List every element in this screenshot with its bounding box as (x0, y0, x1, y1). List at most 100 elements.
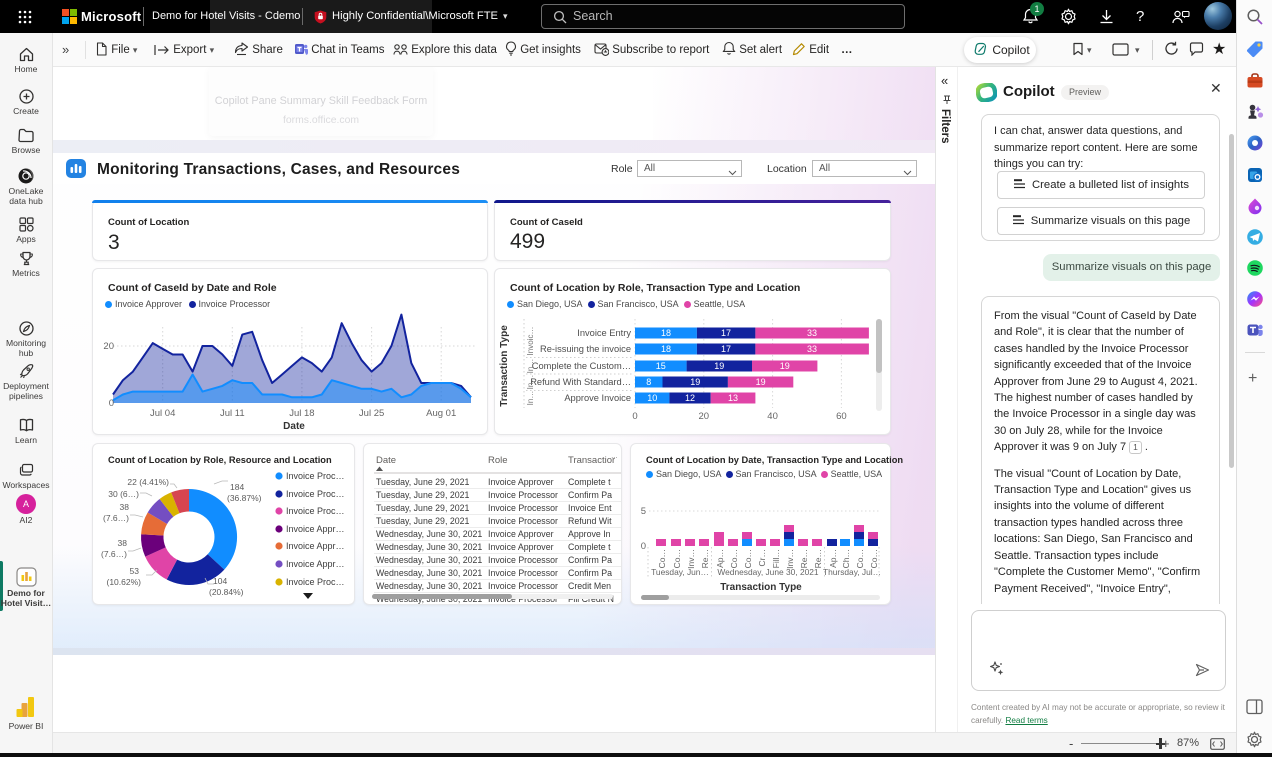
svg-text:0: 0 (109, 398, 114, 409)
svg-text:Jul 04: Jul 04 (150, 408, 175, 419)
svg-text:Jul 25: Jul 25 (359, 408, 384, 419)
svg-text:Re…: Re… (813, 549, 823, 568)
svg-text:33: 33 (807, 328, 817, 338)
svg-text:Wednesday, June 30, 2021: Wednesday, June 30, 2021 (376, 529, 482, 539)
svg-text:Invoice Approver: Invoice Approver (488, 542, 554, 552)
svg-text:Confirm Pa: Confirm Pa (568, 568, 612, 578)
svg-text:10: 10 (647, 393, 657, 403)
svg-text:Invoice Approver: Invoice Approver (488, 529, 554, 539)
svg-text:(7.6…): (7.6…) (101, 549, 127, 559)
svg-text:40: 40 (767, 411, 778, 422)
svg-text:0: 0 (632, 411, 637, 422)
svg-text:38: 38 (118, 538, 128, 548)
svg-text:Transaction Type: Transaction Type (499, 325, 510, 407)
svg-text:Re…: Re… (700, 549, 710, 568)
svg-text:19: 19 (780, 361, 790, 371)
svg-text:Invoice Proc…: Invoice Proc… (286, 577, 345, 587)
svg-text:Co…: Co… (743, 549, 753, 568)
svg-text:Invoice Processor: Invoice Processor (488, 581, 558, 591)
svg-text:Wednesday, June 30, 2021: Wednesday, June 30, 2021 (376, 568, 482, 578)
svg-text:19: 19 (756, 377, 766, 387)
svg-text:5: 5 (641, 506, 646, 517)
svg-text:Ap…: Ap… (715, 549, 725, 568)
svg-text:Invoice Proc…: Invoice Proc… (286, 489, 345, 499)
svg-text:Confirm Pa: Confirm Pa (568, 555, 612, 565)
svg-text:Inv…: Inv… (686, 549, 696, 569)
svg-text:17: 17 (721, 344, 731, 354)
svg-text:Ap…: Ap… (828, 549, 838, 568)
svg-text:Wednesday, June 30, 2021: Wednesday, June 30, 2021 (717, 567, 819, 577)
svg-text:60: 60 (836, 411, 847, 422)
svg-text:20: 20 (103, 341, 114, 352)
svg-text:15: 15 (656, 361, 666, 371)
svg-text:20: 20 (699, 411, 710, 422)
svg-text:Fill…: Fill… (771, 549, 781, 568)
svg-text:18: 18 (661, 328, 671, 338)
svg-text:19: 19 (714, 361, 724, 371)
svg-text:Invoice Appr…: Invoice Appr… (286, 559, 345, 569)
svg-text:13: 13 (728, 393, 738, 403)
svg-text:…: … (611, 453, 618, 460)
svg-text:184: 184 (230, 482, 244, 492)
svg-text:Invoice Processor: Invoice Processor (488, 568, 558, 578)
svg-text:Invoice Ent: Invoice Ent (568, 503, 612, 513)
svg-text:Co…: Co… (672, 549, 682, 568)
svg-text:(36.87%): (36.87%) (227, 493, 262, 503)
svg-text:Date: Date (283, 421, 305, 432)
svg-text:Invoice Appr…: Invoice Appr… (286, 541, 345, 551)
svg-text:Refund Wit: Refund Wit (568, 516, 612, 526)
svg-text:8: 8 (646, 377, 651, 387)
svg-text:Jul 11: Jul 11 (220, 408, 245, 419)
svg-text:Approve In: Approve In (568, 529, 611, 539)
svg-text:Refund With Standard…: Refund With Standard… (530, 377, 631, 387)
svg-text:Re-issuing the invoice: Re-issuing the invoice (540, 344, 631, 354)
svg-text:33: 33 (807, 344, 817, 354)
svg-text:17: 17 (721, 328, 731, 338)
svg-text:Complete the Custom…: Complete the Custom… (532, 361, 631, 371)
svg-text:Invoice Processor: Invoice Processor (488, 516, 558, 526)
svg-text:30 (6…): 30 (6…) (108, 489, 139, 499)
svg-text:Aug 01: Aug 01 (426, 408, 456, 419)
svg-text:Wednesday, June 30, 2021: Wednesday, June 30, 2021 (376, 542, 482, 552)
svg-text:0: 0 (641, 541, 646, 552)
svg-text:In…: In… (526, 391, 535, 406)
svg-text:Co…: Co… (869, 549, 879, 568)
svg-text:Thursday, Jul…: Thursday, Jul… (823, 567, 881, 577)
svg-text:(20.84%): (20.84%) (209, 587, 244, 597)
svg-text:Date: Date (376, 455, 396, 466)
svg-text:Co…: Co… (729, 549, 739, 568)
svg-text:Complete t: Complete t (568, 542, 611, 552)
svg-text:53: 53 (130, 566, 140, 576)
svg-text:Transactior: Transactior (568, 455, 615, 466)
svg-text:Tuesday, June 29, 2021: Tuesday, June 29, 2021 (376, 490, 470, 500)
svg-text:Confirm Pa: Confirm Pa (568, 490, 612, 500)
svg-text:19: 19 (690, 377, 700, 387)
svg-text:(10.62%): (10.62%) (107, 577, 142, 587)
svg-text:Invoice Proc…: Invoice Proc… (286, 471, 345, 481)
svg-text:(7.6…): (7.6…) (103, 513, 129, 523)
svg-text:In…: In… (526, 375, 535, 390)
svg-text:Invoice Processor: Invoice Processor (488, 503, 558, 513)
svg-text:Invoice Appr…: Invoice Appr… (286, 524, 345, 534)
svg-text:Invoice Entry: Invoice Entry (577, 328, 631, 338)
svg-text:Credit Men: Credit Men (568, 581, 611, 591)
svg-text:Approve Invoice: Approve Invoice (564, 393, 631, 403)
svg-text:Tuesday, Jun…: Tuesday, Jun… (651, 567, 709, 577)
svg-text:Invoice Processor: Invoice Processor (488, 555, 558, 565)
svg-text:Wednesday, June 30, 2021: Wednesday, June 30, 2021 (376, 555, 482, 565)
svg-text:Role: Role (488, 455, 508, 466)
svg-text:Tuesday, June 29, 2021: Tuesday, June 29, 2021 (376, 516, 470, 526)
svg-text:Invoic…: Invoic… (526, 327, 535, 356)
svg-text:Cr…: Cr… (757, 549, 767, 566)
svg-text:Invoice Processor: Invoice Processor (488, 490, 558, 500)
svg-text:Co…: Co… (657, 549, 667, 568)
svg-text:Tuesday, June 29, 2021: Tuesday, June 29, 2021 (376, 477, 470, 487)
svg-text:Tuesday, June 29, 2021: Tuesday, June 29, 2021 (376, 503, 470, 513)
svg-text:Re…: Re… (799, 549, 809, 568)
svg-text:12: 12 (685, 393, 695, 403)
svg-text:18: 18 (661, 344, 671, 354)
svg-text:Jul 18: Jul 18 (289, 408, 314, 419)
svg-text:Complete t: Complete t (568, 477, 611, 487)
svg-text:38: 38 (120, 502, 130, 512)
svg-text:Invoice Proc…: Invoice Proc… (286, 506, 345, 516)
